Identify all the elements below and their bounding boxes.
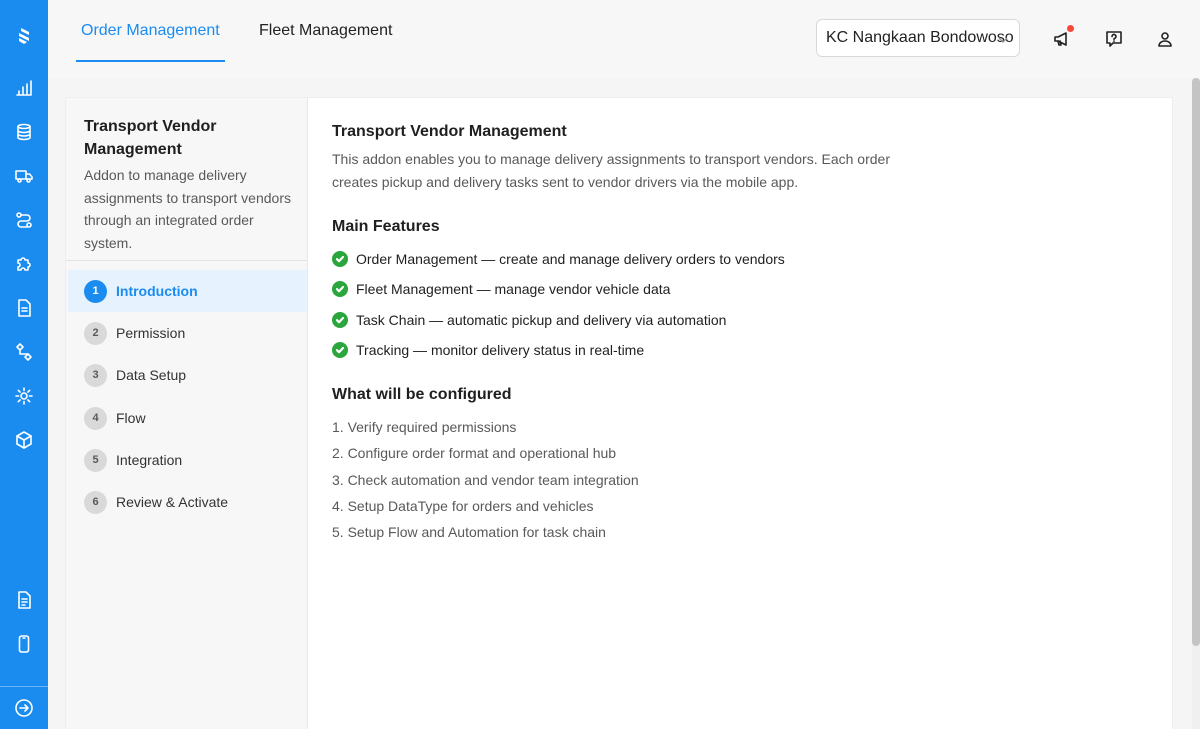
step-number: 1 [84,279,107,303]
feature-text: Fleet Management — manage vendor vehicle… [356,281,671,297]
tab-order-management[interactable]: Order Management [76,0,225,62]
step-number: 4 [84,406,107,430]
step-label: Flow [116,410,146,426]
step-integration[interactable]: 5 Integration [68,439,307,481]
config-item: 4. Setup DataType for orders and vehicle… [332,498,594,514]
config-item: 5. Setup Flow and Automation for task ch… [332,524,606,540]
steps-panel: Transport Vendor Management Addon to man… [66,98,308,729]
step-introduction[interactable]: 1 Introduction [68,270,307,312]
tab-fleet-management[interactable]: Fleet Management [259,0,392,62]
step-label: Data Setup [116,367,187,383]
step-number: 3 [84,363,107,387]
content-title: Transport Vendor Management [332,123,567,140]
expand-icon[interactable] [12,696,36,720]
truck-icon[interactable] [12,164,36,188]
config-heading: What will be configured [332,386,512,403]
hub-select[interactable]: KC Nangkaan Bondowoso [816,19,1020,57]
logo-icon[interactable] [12,24,36,48]
step-label: Integration [116,452,183,468]
step-permission[interactable]: 2 Permission [68,312,307,354]
feature-item: Fleet Management — manage vendor vehicle… [332,279,670,299]
config-item: 3. Check automation and vendor team inte… [332,472,639,488]
database-icon[interactable] [12,120,36,144]
bar-chart-icon[interactable] [12,76,36,100]
panel-divider [66,260,307,261]
step-data-setup[interactable]: 3 Data Setup [68,354,307,396]
file-text-icon[interactable] [12,588,36,612]
addon-title: Transport Vendor Management [84,118,217,158]
step-review-activate[interactable]: 6 Review & Activate [68,481,307,523]
feature-text: Tracking — monitor delivery status in re… [356,342,645,358]
step-label: Review & Activate [116,494,229,510]
feature-item: Tracking — monitor delivery status in re… [332,340,644,360]
mobile-icon[interactable] [12,632,36,656]
check-circle-icon [332,312,348,328]
document-icon[interactable] [12,296,36,320]
step-number: 6 [84,490,107,514]
addon-description: Addon to manage delivery assignments to … [84,167,291,251]
megaphone-icon[interactable] [1050,25,1074,51]
addon-setup-card: Transport Vendor Management Addon to man… [66,98,1172,729]
config-item: 2. Configure order format and operationa… [332,445,617,461]
scrollbar-thumb[interactable] [1192,78,1200,646]
feature-item: Task Chain — automatic pickup and delive… [332,310,726,330]
chevron-down-icon [997,33,1009,45]
notification-dot [1067,25,1074,32]
feature-text: Order Management — create and manage del… [356,251,785,267]
gear-icon[interactable] [12,384,36,408]
check-circle-icon [332,342,348,358]
step-number: 5 [84,448,107,472]
feature-text: Task Chain — automatic pickup and delive… [356,312,727,328]
flow-icon[interactable] [12,340,36,364]
check-circle-icon [332,251,348,267]
config-item: 1. Verify required permissions [332,419,517,435]
user-icon[interactable] [1153,27,1177,51]
step-flow[interactable]: 4 Flow [68,397,307,439]
left-rail [0,0,48,729]
help-icon[interactable] [1102,27,1126,51]
feature-item: Order Management — create and manage del… [332,249,785,269]
puzzle-icon[interactable] [12,252,36,276]
features-heading: Main Features [332,218,440,235]
top-bar: Order Management Fleet Management KC Nan… [48,0,1200,78]
step-number: 2 [84,321,107,345]
step-label: Introduction [116,283,198,299]
route-icon[interactable] [12,208,36,232]
intro-paragraph: This addon enables you to manage deliver… [332,151,890,190]
check-circle-icon [332,281,348,297]
rail-divider [0,686,48,687]
hub-select-value: KC Nangkaan Bondowoso [826,29,1014,46]
step-label: Permission [116,325,186,341]
box-icon[interactable] [12,428,36,452]
